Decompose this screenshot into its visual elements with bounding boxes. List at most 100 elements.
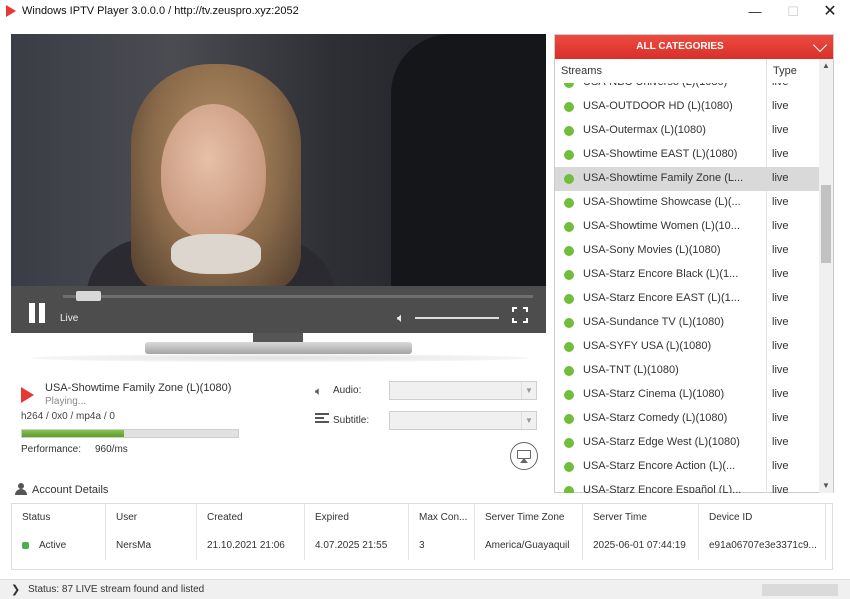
list-item[interactable]: USA-Starz Cinema (L)(1080) live xyxy=(555,383,819,407)
list-item[interactable]: USA-Showtime Women (L)(10... live xyxy=(555,215,819,239)
column-header[interactable]: Expired xyxy=(305,504,409,532)
subtitle-select[interactable]: ▼ xyxy=(389,411,537,430)
stream-type: live xyxy=(772,100,789,112)
column-header[interactable]: Status xyxy=(12,504,106,532)
list-item[interactable]: USA-OUTDOOR HD (L)(1080) live xyxy=(555,95,819,119)
live-status-icon xyxy=(564,486,574,493)
status-bar: ❯ Status: 87 LIVE stream found and liste… xyxy=(0,579,850,599)
column-header[interactable]: Server Time xyxy=(583,504,699,532)
stream-name: USA-Sony Movies (L)(1080) xyxy=(583,244,721,256)
stream-type: live xyxy=(772,412,789,424)
list-item[interactable]: USA-Sony Movies (L)(1080) live xyxy=(555,239,819,263)
category-dropdown-label: ALL CATEGORIES xyxy=(636,41,724,52)
stream-type: live xyxy=(772,172,789,184)
volume-slider[interactable] xyxy=(415,317,499,319)
stream-type: live xyxy=(772,340,789,352)
stream-list[interactable]: USA-NBC Universo (L)(1080)liveUSA-OUTDOO… xyxy=(555,83,819,493)
stream-name: USA-NBC Universo (L)(1080) xyxy=(583,83,763,88)
list-item[interactable]: USA-Outermax (L)(1080) live xyxy=(555,119,819,143)
window-title: Windows IPTV Player 3.0.0.0 / http://tv.… xyxy=(22,5,299,17)
live-status-icon xyxy=(564,438,574,448)
table-row[interactable]: Active NersMa 21.10.2021 21:06 4.07.2025… xyxy=(12,532,834,560)
column-header[interactable]: Server Time Zone xyxy=(475,504,583,532)
app-logo-icon xyxy=(6,5,16,17)
list-item[interactable]: USA-Showtime EAST (L)(1080) live xyxy=(555,143,819,167)
device-id-cell: e91a06707e3e3371c9... xyxy=(699,532,826,560)
status-cell: Active xyxy=(12,532,106,560)
close-button[interactable]: ✕ xyxy=(815,2,845,22)
live-status-icon xyxy=(564,150,574,160)
stream-type: live xyxy=(772,244,789,256)
stream-type: live xyxy=(772,292,789,304)
scroll-down-icon[interactable]: ▼ xyxy=(819,479,833,493)
account-table: Status User Created Expired Max Con... S… xyxy=(11,503,833,570)
audio-label: Audio: xyxy=(333,385,362,396)
live-status-icon xyxy=(564,270,574,280)
list-item[interactable]: USA-Starz Encore EAST (L)(1... live xyxy=(555,287,819,311)
column-header[interactable]: User xyxy=(106,504,197,532)
type-column-header[interactable]: Type xyxy=(767,59,819,83)
chevron-right-icon[interactable]: ❯ xyxy=(11,583,20,596)
performance-label: Performance: xyxy=(21,444,82,455)
stream-type: live xyxy=(772,124,789,136)
minimize-button[interactable]: — xyxy=(740,2,770,22)
list-item[interactable]: USA-Starz Comedy (L)(1080) live xyxy=(555,407,819,431)
title-bar: Windows IPTV Player 3.0.0.0 / http://tv.… xyxy=(0,0,850,24)
chevron-down-icon xyxy=(812,37,828,53)
list-item[interactable]: USA-Showtime Family Zone (L... live xyxy=(555,167,819,191)
scroll-up-icon[interactable]: ▲ xyxy=(819,59,833,73)
list-item[interactable]: USA-NBC Universo (L)(1080) live xyxy=(555,83,819,95)
codec-info: h264 / 0x0 / mp4a / 0 xyxy=(21,411,115,422)
seek-handle[interactable] xyxy=(76,291,102,301)
live-status-icon xyxy=(564,414,574,424)
player-controls: Live 🔈︎ xyxy=(11,286,546,333)
server-time-cell: 2025-06-01 07:44:19 xyxy=(583,532,699,560)
live-status-icon xyxy=(564,318,574,328)
cast-button[interactable] xyxy=(510,442,538,470)
list-item[interactable]: USA-TNT (L)(1080) live xyxy=(555,359,819,383)
stream-name: USA-Starz Encore Español (L)... xyxy=(583,484,742,493)
account-table-header: Status User Created Expired Max Con... S… xyxy=(12,504,834,532)
stream-list-scrollbar[interactable]: ▲ ▼ xyxy=(819,59,833,493)
stream-name: USA-TNT (L)(1080) xyxy=(583,364,679,376)
video-player[interactable]: Live 🔈︎ xyxy=(11,34,546,333)
stream-name: USA-Outermax (L)(1080) xyxy=(583,124,706,136)
stream-type: live xyxy=(772,436,789,448)
max-connections-cell: 3 xyxy=(409,532,475,560)
list-item[interactable]: USA-Showtime Showcase (L)(... live xyxy=(555,191,819,215)
account-details-title: Account Details xyxy=(32,484,109,496)
list-item[interactable]: USA-Starz Edge West (L)(1080) live xyxy=(555,431,819,455)
column-header[interactable]: Device ID xyxy=(699,504,826,532)
stream-name: USA-Showtime Family Zone (L... xyxy=(583,172,744,184)
list-item[interactable]: USA-SYFY USA (L)(1080) live xyxy=(555,335,819,359)
performance-bar xyxy=(21,429,239,438)
video-frame xyxy=(11,34,546,299)
fullscreen-icon[interactable] xyxy=(512,307,528,323)
live-status-icon xyxy=(564,294,574,304)
stream-type: live xyxy=(772,196,789,208)
seek-bar[interactable] xyxy=(63,295,533,298)
list-item[interactable]: USA-Starz Encore Español (L)... live xyxy=(555,479,819,493)
stream-type: live xyxy=(772,148,789,160)
volume-icon[interactable]: 🔈︎ xyxy=(397,310,405,326)
pause-button[interactable] xyxy=(27,303,49,325)
stream-name: USA-Starz Encore Black (L)(1... xyxy=(583,268,739,280)
expired-cell: 4.07.2025 21:55 xyxy=(305,532,409,560)
stream-name: USA-Starz Encore EAST (L)(1... xyxy=(583,292,740,304)
live-label: Live xyxy=(60,313,79,324)
play-icon xyxy=(21,387,34,403)
scroll-thumb[interactable] xyxy=(821,185,831,263)
maximize-button[interactable]: ☐ xyxy=(778,2,808,22)
live-status-icon xyxy=(564,462,574,472)
column-header[interactable]: Created xyxy=(197,504,305,532)
streams-column-header[interactable]: Streams xyxy=(555,59,766,83)
chevron-down-icon: ▼ xyxy=(521,412,536,429)
stream-name: USA-Starz Comedy (L)(1080) xyxy=(583,412,728,424)
list-item[interactable]: USA-Starz Encore Action (L)(... live xyxy=(555,455,819,479)
audio-select[interactable]: ▼ xyxy=(389,381,537,400)
list-item[interactable]: USA-Starz Encore Black (L)(1... live xyxy=(555,263,819,287)
category-dropdown[interactable]: ALL CATEGORIES xyxy=(555,35,833,59)
list-item[interactable]: USA-Sundance TV (L)(1080) live xyxy=(555,311,819,335)
pause-icon xyxy=(29,303,35,323)
column-header[interactable]: Max Con... xyxy=(409,504,475,532)
